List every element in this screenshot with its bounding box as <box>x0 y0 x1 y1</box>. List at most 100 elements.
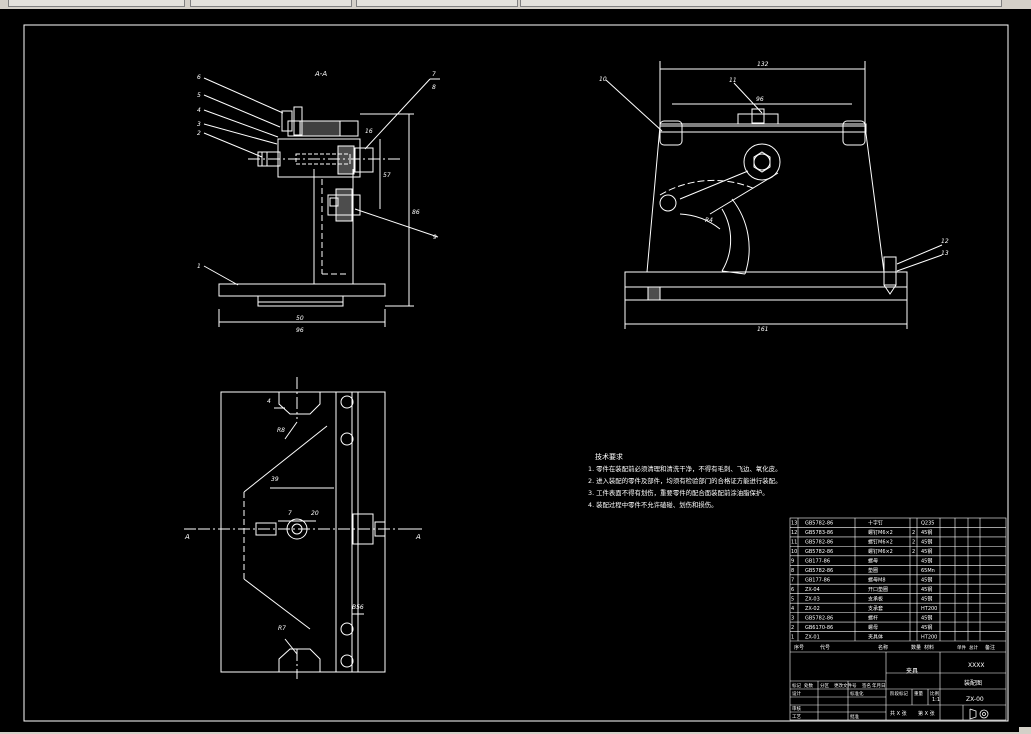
technical-requirements: 技术要求 1. 零件在装配前必须清理和清洗干净，不得有毛刺、飞边、氧化皮。 2.… <box>588 452 781 509</box>
part-material: 45钢 <box>921 548 932 555</box>
tb-label: 标记 <box>792 682 801 689</box>
part-code: GB6170-86 <box>805 625 833 631</box>
part-name: 十字钉 <box>868 520 883 527</box>
tb-label: 更改文件号 <box>834 682 857 689</box>
top-tab-3[interactable] <box>356 0 518 7</box>
requirement-item: 2. 进入装配的零件及部件，均须有检验部门的合格证方能进行装配。 <box>588 476 781 485</box>
part-no: 13 <box>791 521 797 527</box>
part-name: 螺钉M6×2 <box>868 548 893 555</box>
tb-label: 工艺 <box>792 714 801 720</box>
part-code: GB5782-86 <box>805 568 833 574</box>
dim-front-width: 96 <box>296 327 304 334</box>
part-name: 螺钉M6×2 <box>868 529 893 536</box>
part-code: ZX-04 <box>805 587 820 593</box>
part-material: HT200 <box>921 634 937 640</box>
part-name: 螺杆 <box>868 614 878 621</box>
requirements-title: 技术要求 <box>595 452 623 461</box>
dim-front-16: 16 <box>365 128 373 135</box>
dim-plan-20: 20 <box>311 510 319 517</box>
dim-side-r4: R4 <box>705 217 713 224</box>
part-material: 45钢 <box>921 595 932 602</box>
balloon-8: 8 <box>432 84 436 91</box>
header-qty: 数量 <box>911 644 921 651</box>
part-no: 11 <box>791 540 797 546</box>
dim-side-96: 96 <box>756 96 764 103</box>
top-tab-1[interactable] <box>8 0 185 7</box>
balloon-11: 11 <box>729 77 737 84</box>
part-material: 45钢 <box>921 624 932 631</box>
tb-label: 设计 <box>792 690 801 697</box>
cad-drawing-area[interactable]: A-A 50 96 86 57 16 6 5 4 3 2 7 8 1 9 132… <box>0 9 1031 732</box>
part-name: 螺母 <box>868 624 878 631</box>
top-tab-2[interactable] <box>190 0 352 7</box>
balloon-1: 1 <box>197 263 201 270</box>
drawing-border <box>23 24 1009 722</box>
part-no: 5 <box>791 596 794 602</box>
part-material: 45钢 <box>921 577 932 584</box>
balloon-3: 3 <box>197 121 201 128</box>
part-material: 65Mn <box>921 568 935 574</box>
balloon-6: 6 <box>197 74 201 81</box>
part-code: GB5782-86 <box>805 521 833 527</box>
dim-front-57: 57 <box>383 172 391 179</box>
balloon-13: 13 <box>941 250 949 257</box>
part-no: 3 <box>791 615 794 621</box>
dim-plan-b56: B56 <box>352 604 364 611</box>
sheet-count: 共 X 张 <box>890 710 907 717</box>
header-mat: 材料 <box>924 644 934 651</box>
assembly-name: 夹具 <box>906 667 918 675</box>
requirement-item: 4. 装配过程中零件不允许磕碰、划伤和损伤。 <box>588 500 718 509</box>
balloon-7: 7 <box>432 71 436 78</box>
tb-label: 阶段标记 <box>890 690 908 697</box>
part-code: GB177-86 <box>805 578 830 584</box>
tb-label: 比例 <box>930 690 939 697</box>
balloon-2: 2 <box>197 130 201 137</box>
tb-label: 标准化 <box>850 690 864 697</box>
tb-label: 签名 <box>862 682 871 689</box>
part-no: 6 <box>791 587 794 593</box>
title-block-text: 序号 代号 名称 数量 材料 单件 总计 备注 XXXX 夹具 装配图 ZX-0… <box>792 644 995 720</box>
header-name: 名称 <box>878 644 888 651</box>
tb-label: 审核 <box>792 705 801 712</box>
balloon-12: 12 <box>941 238 949 245</box>
drawing-number: ZX-00 <box>966 696 984 703</box>
part-name: 开口垫圈 <box>868 586 888 593</box>
dim-base: 50 <box>296 315 304 322</box>
dim-side-132: 132 <box>757 61 769 68</box>
part-code: GB5783-86 <box>805 530 833 536</box>
part-material: Q235 <box>921 521 934 527</box>
part-name: 螺钉M6×2 <box>868 539 893 546</box>
balloon-9: 9 <box>433 234 437 241</box>
part-no: 4 <box>791 606 794 612</box>
company-name: XXXX <box>968 662 984 669</box>
part-name: 螺母M8 <box>868 577 886 584</box>
scale: 1:1 <box>932 697 940 703</box>
part-code: GB177-86 <box>805 559 830 565</box>
part-no: 12 <box>791 530 797 536</box>
side-view <box>605 61 943 329</box>
part-material: 45钢 <box>921 539 932 546</box>
front-section-view <box>203 77 440 327</box>
part-no: 9 <box>791 559 794 565</box>
projection-symbol <box>969 708 989 720</box>
part-no: 1 <box>791 634 794 640</box>
header-unit: 单件 <box>957 644 966 651</box>
dim-side-161: 161 <box>757 326 768 333</box>
part-material: 45钢 <box>921 558 932 565</box>
dim-plan-39: 39 <box>271 476 279 483</box>
header-no: 序号 <box>794 644 804 651</box>
tb-label: 批准 <box>850 713 859 720</box>
dim-front-height: 86 <box>412 209 420 216</box>
requirement-item: 1. 零件在装配前必须清理和清洗干净，不得有毛刺、飞边、氧化皮。 <box>588 464 781 473</box>
tb-label: 重量 <box>914 690 923 697</box>
balloon-4: 4 <box>197 107 201 114</box>
top-tab-4[interactable] <box>520 0 1002 7</box>
requirement-item: 3. 工件表面不得有划伤，重要零件的配合面装配前涂油脂保护。 <box>588 488 769 497</box>
window-top-strip <box>0 0 1031 9</box>
section-mark-left: A <box>184 533 190 541</box>
part-material: 45钢 <box>921 586 932 593</box>
sheet-page: 第 X 张 <box>918 710 935 717</box>
part-no: 8 <box>791 568 794 574</box>
dim-plan-r7: R7 <box>278 625 286 632</box>
section-label: A-A <box>314 70 327 78</box>
